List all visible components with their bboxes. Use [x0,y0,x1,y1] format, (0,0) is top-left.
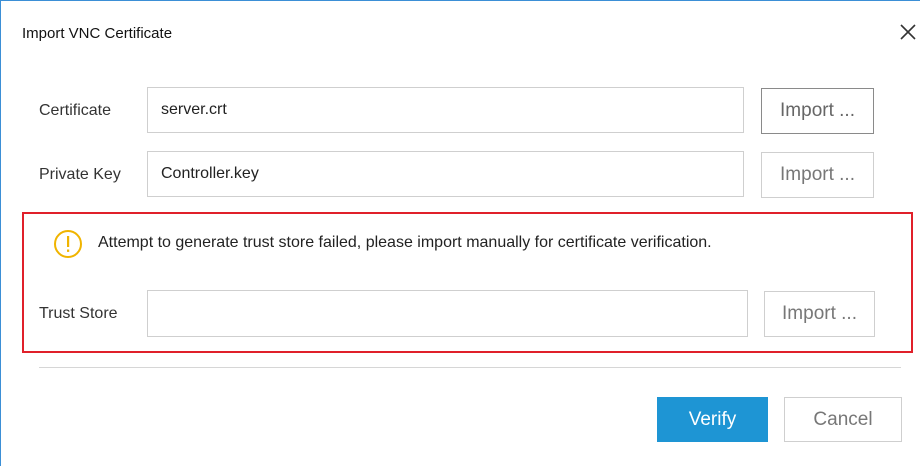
footer-divider [39,367,901,368]
import-vnc-certificate-dialog: Import VNC Certificate Certificate Impor… [0,0,920,466]
private-key-field[interactable] [147,151,744,197]
verify-button[interactable]: Verify [657,397,768,442]
warning-icon [53,229,83,259]
dialog-title: Import VNC Certificate [22,25,173,42]
certificate-field[interactable] [147,87,744,133]
private-key-import-button[interactable]: Import ... [761,152,874,198]
private-key-label: Private Key [39,166,121,183]
warning-message: Attempt to generate trust store failed, … [98,234,712,251]
certificate-label: Certificate [39,102,112,119]
trust-store-field[interactable] [147,290,748,337]
close-icon[interactable] [897,21,919,43]
trust-store-label: Trust Store [39,305,118,322]
trust-store-import-button[interactable]: Import ... [764,291,875,337]
cancel-button[interactable]: Cancel [784,397,902,442]
certificate-import-button[interactable]: Import ... [761,88,874,134]
